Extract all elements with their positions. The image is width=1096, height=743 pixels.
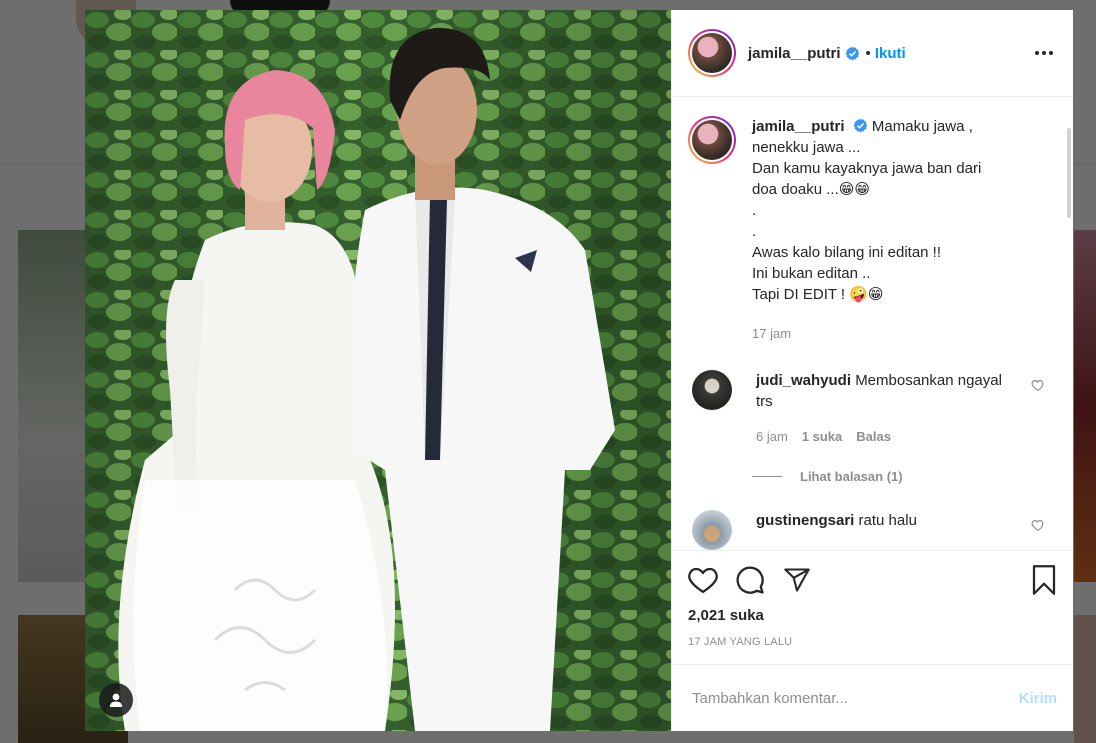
save-button[interactable] bbox=[1017, 565, 1057, 595]
bookmark-icon bbox=[1032, 565, 1056, 595]
share-icon bbox=[784, 568, 810, 592]
comment-button[interactable] bbox=[735, 565, 775, 595]
comment-like-count[interactable]: 1 suka bbox=[802, 426, 842, 447]
post-timestamp[interactable]: 17 JAM YANG LALU bbox=[688, 636, 1057, 648]
view-replies-label: Lihat balasan (1) bbox=[800, 469, 903, 484]
comment-item: judi_wahyudi Membosankan ngayal trs 6 ja… bbox=[688, 370, 1057, 447]
caption-line: Ini bukan editan .. bbox=[752, 265, 871, 282]
follow-button[interactable]: Ikuti bbox=[875, 45, 906, 62]
comments-scrollbar[interactable] bbox=[1067, 128, 1071, 218]
comment-icon bbox=[736, 566, 764, 594]
commenter-username[interactable]: judi_wahyudi bbox=[756, 372, 851, 389]
commenter-avatar[interactable] bbox=[692, 370, 732, 410]
caption-line: Tapi DI EDIT ! 🤪😁 bbox=[752, 286, 884, 303]
caption-line: . bbox=[752, 202, 757, 219]
comment-input[interactable] bbox=[692, 689, 1019, 707]
caption-meta: 17 jam bbox=[752, 323, 1052, 344]
post-side-panel: jamila__putri • Ikuti jamila__putri Mama… bbox=[671, 10, 1073, 731]
caption-line: doa doaku ...😁😁 bbox=[752, 181, 871, 198]
comment-body: judi_wahyudi Membosankan ngayal trs 6 ja… bbox=[756, 370, 1006, 447]
post-comment-button[interactable]: Kirim bbox=[1019, 690, 1057, 707]
user-tag-button[interactable] bbox=[99, 683, 133, 717]
verified-icon bbox=[853, 118, 868, 133]
caption-line: . bbox=[752, 223, 757, 240]
comments-list[interactable]: jamila__putri Mamaku jawa , nenekku jawa… bbox=[672, 98, 1073, 550]
user-tag-icon bbox=[109, 693, 123, 707]
caption-author[interactable]: jamila__putri bbox=[752, 118, 845, 135]
post-header: jamila__putri • Ikuti bbox=[672, 10, 1073, 97]
view-replies-line bbox=[752, 476, 782, 477]
heart-icon bbox=[688, 567, 718, 594]
comment-meta: 6 jam 1 suka Balas bbox=[756, 426, 1006, 447]
like-button[interactable] bbox=[688, 565, 728, 595]
caption-line: Dan kamu kayaknya jawa ban dari bbox=[752, 160, 982, 177]
caption-line: Awas kalo bilang ini editan !! bbox=[752, 244, 942, 261]
more-options-icon[interactable] bbox=[1031, 45, 1057, 61]
caption-author-avatar[interactable] bbox=[688, 116, 736, 164]
view-replies-button[interactable]: Lihat balasan (1) bbox=[752, 469, 1057, 484]
post-photo-image bbox=[85, 10, 671, 731]
reply-button[interactable]: Balas bbox=[856, 426, 891, 447]
caption-body: jamila__putri Mamaku jawa , nenekku jawa… bbox=[752, 116, 1052, 344]
comment-item: gustinengsari ratu halu bbox=[688, 510, 1057, 550]
caption-time[interactable]: 17 jam bbox=[752, 323, 791, 344]
verified-icon bbox=[845, 46, 859, 60]
caption-line: nenekku jawa ... bbox=[752, 139, 861, 156]
comment-like-heart-icon[interactable] bbox=[1031, 378, 1045, 392]
comment-like-heart-icon[interactable] bbox=[1031, 518, 1045, 532]
post-photo[interactable] bbox=[85, 10, 671, 731]
share-button[interactable] bbox=[782, 565, 822, 595]
like-count[interactable]: 2,021 suka bbox=[688, 607, 1057, 624]
post-actions: 2,021 suka 17 JAM YANG LALU bbox=[672, 550, 1073, 648]
author-username[interactable]: jamila__putri bbox=[748, 45, 841, 62]
action-icons bbox=[688, 565, 1057, 595]
author-avatar[interactable] bbox=[688, 29, 736, 77]
add-comment-bar: Kirim bbox=[672, 664, 1073, 731]
comment-time[interactable]: 6 jam bbox=[756, 426, 788, 447]
comment-text: ratu halu bbox=[858, 512, 917, 529]
caption: jamila__putri Mamaku jawa , nenekku jawa… bbox=[688, 116, 1057, 344]
caption-line: Mamaku jawa , bbox=[871, 118, 973, 135]
comment-body: gustinengsari ratu halu bbox=[756, 510, 1006, 531]
post-modal: jamila__putri • Ikuti jamila__putri Mama… bbox=[85, 10, 1073, 731]
separator-dot: • bbox=[865, 44, 871, 62]
commenter-avatar[interactable] bbox=[692, 510, 732, 550]
commenter-username[interactable]: gustinengsari bbox=[756, 512, 854, 529]
